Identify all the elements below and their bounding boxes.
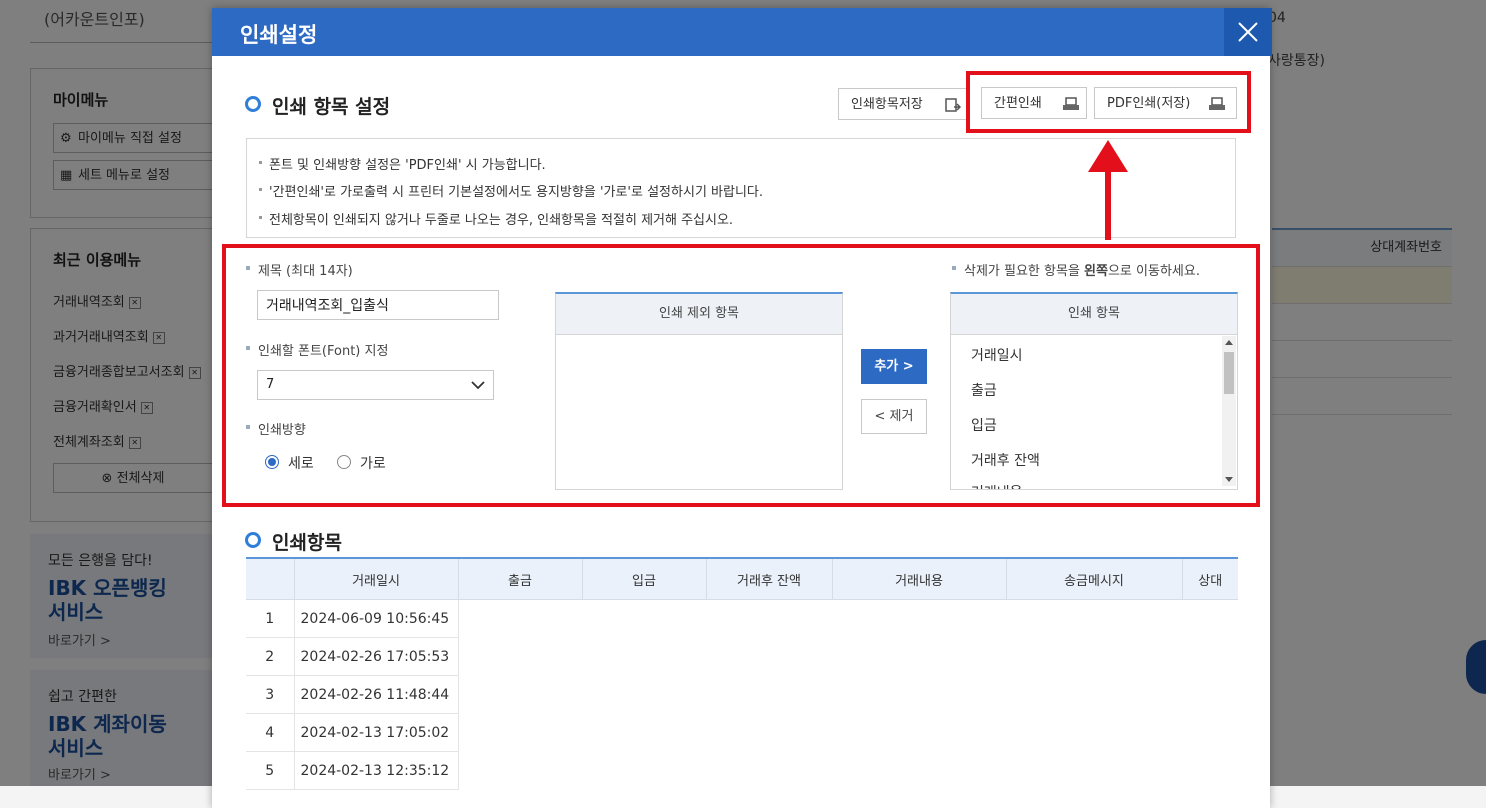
up-arrow-icon xyxy=(1088,140,1128,240)
save-print-items-button[interactable]: 인쇄항목저장 xyxy=(838,88,968,120)
table-row: 3 2024-02-26 11:48:44 xyxy=(246,675,1238,714)
row-number: 1 xyxy=(246,599,294,638)
landscape-label: 가로 xyxy=(360,456,386,472)
print-settings-dialog: 인쇄설정 인쇄 항목 설정 인쇄항목저장 간편인쇄 PDF인쇄(저장) 폰트 및… xyxy=(212,8,1272,808)
row-datetime: 2024-02-13 12:35:12 xyxy=(293,751,459,790)
row-number: 4 xyxy=(246,713,294,752)
table-row: 4 2024-02-13 17:05:02 xyxy=(246,713,1238,752)
list-item[interactable]: 거래일시 xyxy=(971,345,1023,365)
landscape-radio[interactable] xyxy=(337,455,351,469)
included-items-list[interactable]: 인쇄 항목 거래일시 출금 입금 거래후 잔액 거래내용 xyxy=(950,292,1238,490)
dialog-header: 인쇄설정 xyxy=(212,8,1272,56)
col-header: 출금 xyxy=(457,558,582,600)
table-row: 2 2024-02-26 17:05:53 xyxy=(246,637,1238,676)
row-datetime: 2024-02-26 17:05:53 xyxy=(293,637,459,676)
row-datetime: 2024-06-09 10:56:45 xyxy=(293,599,459,638)
portrait-label: 세로 xyxy=(288,456,314,472)
row-datetime: 2024-02-26 11:48:44 xyxy=(293,675,459,714)
excluded-items-header: 인쇄 제외 항목 xyxy=(556,294,842,335)
close-icon xyxy=(1238,22,1258,42)
remove-button[interactable]: < 제거 xyxy=(861,399,927,434)
notice-line: '간편인쇄'로 가로출력 시 프린터 기본설정에서도 용지방향을 '가로'로 설… xyxy=(258,181,763,200)
row-number: 2 xyxy=(246,637,294,676)
notice-line: 전체항목이 인쇄되지 않거나 두줄로 나오는 경우, 인쇄항목을 적절히 제거해… xyxy=(258,209,733,228)
notice-line: 폰트 및 인쇄방향 설정은 'PDF인쇄' 시 가능합니다. xyxy=(259,154,546,173)
print-preview-table: 거래일시 출금 입금 거래후 잔액 거래내용 송금메시지 상대 1 2024-0… xyxy=(246,557,1238,790)
font-label: 인쇄할 폰트(Font) 지정 xyxy=(245,340,388,359)
row-number: 3 xyxy=(246,675,294,714)
included-items-header: 인쇄 항목 xyxy=(951,294,1237,335)
excluded-items-list[interactable]: 인쇄 제외 항목 xyxy=(555,292,843,490)
printer-icon xyxy=(1209,97,1225,110)
row-number: 5 xyxy=(246,751,294,790)
table-header-row: 거래일시 출금 입금 거래후 잔액 거래내용 송금메시지 상대 xyxy=(246,558,1238,600)
scroll-up-icon[interactable] xyxy=(1225,340,1233,345)
printer-icon xyxy=(1063,97,1079,110)
add-button[interactable]: 추가 > xyxy=(861,349,927,384)
table-row: 5 2024-02-13 12:35:12 xyxy=(246,751,1238,790)
portrait-radio[interactable] xyxy=(265,455,279,469)
list-item[interactable]: 거래후 잔액 xyxy=(971,450,1040,470)
list-item[interactable]: 출금 xyxy=(971,380,997,400)
col-header: 상대 xyxy=(1181,558,1238,600)
save-icon xyxy=(945,98,961,112)
chevron-down-icon xyxy=(471,381,485,390)
section-bullet-icon xyxy=(245,96,261,112)
font-select[interactable]: 7 xyxy=(257,370,494,400)
scroll-thumb[interactable] xyxy=(1224,352,1234,394)
title-label: 제목 (최대 14자) xyxy=(246,260,353,279)
move-hint: 삭제가 필요한 항목을 왼쪽으로 이동하세요. xyxy=(952,260,1200,279)
title-input[interactable] xyxy=(257,290,499,320)
col-header: 거래일시 xyxy=(293,558,458,600)
dialog-title: 인쇄설정 xyxy=(240,23,318,47)
col-header: 거래내용 xyxy=(831,558,1006,600)
print-items-settings-title: 인쇄 항목 설정 xyxy=(272,96,391,118)
orientation-label: 인쇄방향 xyxy=(246,419,306,438)
simple-print-button[interactable]: 간편인쇄 xyxy=(981,87,1087,119)
row-datetime: 2024-02-13 17:05:02 xyxy=(293,713,459,752)
close-button[interactable] xyxy=(1224,8,1272,56)
pdf-print-button[interactable]: PDF인쇄(저장) xyxy=(1094,87,1237,119)
col-header: 송금메시지 xyxy=(1005,558,1182,600)
table-row: 1 2024-06-09 10:56:45 xyxy=(246,599,1238,638)
col-header: 입금 xyxy=(581,558,706,600)
section-bullet-icon xyxy=(245,532,261,548)
list-item[interactable]: 입금 xyxy=(971,415,997,435)
col-header xyxy=(246,558,294,600)
scroll-down-icon[interactable] xyxy=(1225,477,1233,482)
print-items-title: 인쇄항목 xyxy=(272,532,342,554)
list-scrollbar[interactable] xyxy=(1222,336,1236,486)
col-header: 거래후 잔액 xyxy=(705,558,832,600)
list-item[interactable]: 거래내용 xyxy=(971,482,1023,489)
